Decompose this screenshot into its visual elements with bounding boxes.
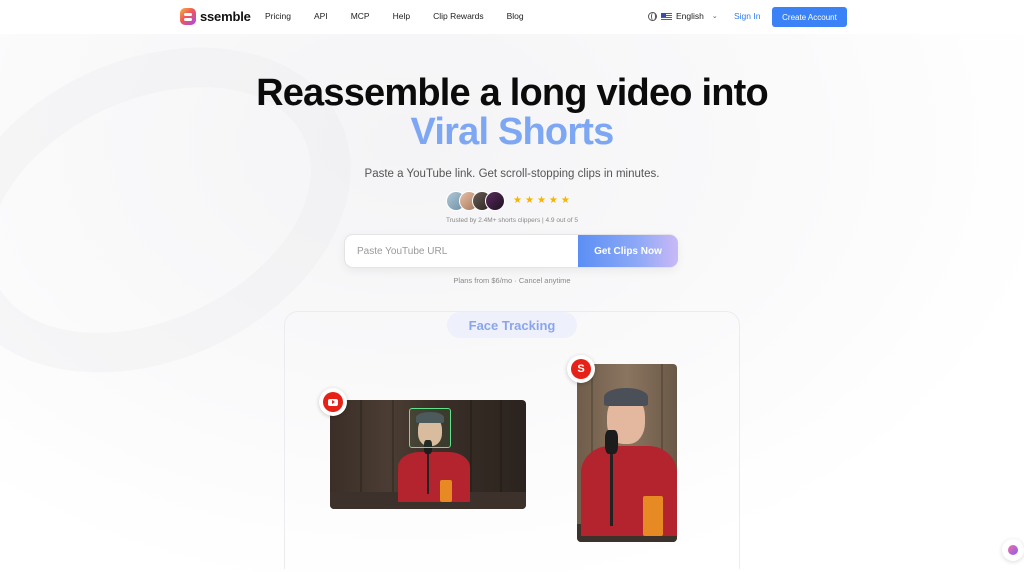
- trusted-text: Trusted by 2.4M+ shorts clippers | 4.9 o…: [445, 217, 579, 224]
- chat-widget-icon[interactable]: [1002, 539, 1024, 561]
- face-tracking-box: [409, 408, 451, 448]
- star-icon: ★: [524, 195, 534, 206]
- user-avatars: [446, 191, 505, 211]
- nav-link-api[interactable]: API: [314, 11, 328, 21]
- rating-stars: ★ ★ ★ ★ ★: [513, 195, 570, 206]
- nav-links: Pricing API MCP Help Clip Rewards Blog: [265, 11, 547, 21]
- logo-icon: [180, 8, 196, 25]
- product-box: [643, 496, 663, 536]
- mic-stand: [427, 454, 429, 494]
- logo-text: ssemble: [200, 9, 251, 24]
- star-icon: ★: [536, 195, 546, 206]
- youtube-url-input[interactable]: [357, 235, 577, 267]
- hero-subtitle: Paste a YouTube link. Get scroll-stoppin…: [364, 168, 660, 180]
- globe-icon: [648, 11, 657, 21]
- microphone: [605, 430, 618, 454]
- nav-link-help[interactable]: Help: [393, 11, 410, 21]
- hero-title-highlight: Viral Shorts: [410, 111, 615, 153]
- get-clips-button[interactable]: Get Clips Now: [578, 235, 678, 267]
- top-nav: ssemble Pricing API MCP Help Clip Reward…: [0, 0, 1024, 34]
- mic-stand: [610, 454, 613, 526]
- youtube-icon: [319, 388, 347, 416]
- language-label: English: [676, 11, 704, 21]
- star-icon: ★: [548, 195, 558, 206]
- avatar: [485, 191, 505, 211]
- create-account-button[interactable]: Create Account: [772, 7, 847, 27]
- plans-text: Plans from $6/mo · Cancel anytime: [453, 276, 571, 285]
- chevron-down-icon: ⌄: [711, 13, 718, 20]
- nav-link-clip-rewards[interactable]: Clip Rewards: [433, 11, 484, 21]
- source-video-thumbnail: [330, 400, 526, 509]
- person-cap: [604, 388, 648, 406]
- nav-link-blog[interactable]: Blog: [507, 11, 524, 21]
- url-search-bar: Get Clips Now: [344, 234, 678, 268]
- us-flag-icon: [661, 12, 672, 20]
- nav-link-mcp[interactable]: MCP: [351, 11, 370, 21]
- star-icon: ★: [560, 195, 570, 206]
- hero-title: Reassemble a long video into: [256, 72, 769, 114]
- logo[interactable]: ssemble: [180, 8, 251, 25]
- product-box: [440, 480, 452, 502]
- person-body: [398, 452, 470, 502]
- output-short-thumbnail: [577, 364, 677, 542]
- language-selector[interactable]: English ⌄: [648, 11, 718, 21]
- shorts-icon: S: [567, 355, 595, 383]
- sign-in-link[interactable]: Sign In: [734, 11, 760, 21]
- feature-pill: Face Tracking: [447, 312, 577, 338]
- star-icon: ★: [513, 195, 522, 206]
- nav-link-pricing[interactable]: Pricing: [265, 11, 291, 21]
